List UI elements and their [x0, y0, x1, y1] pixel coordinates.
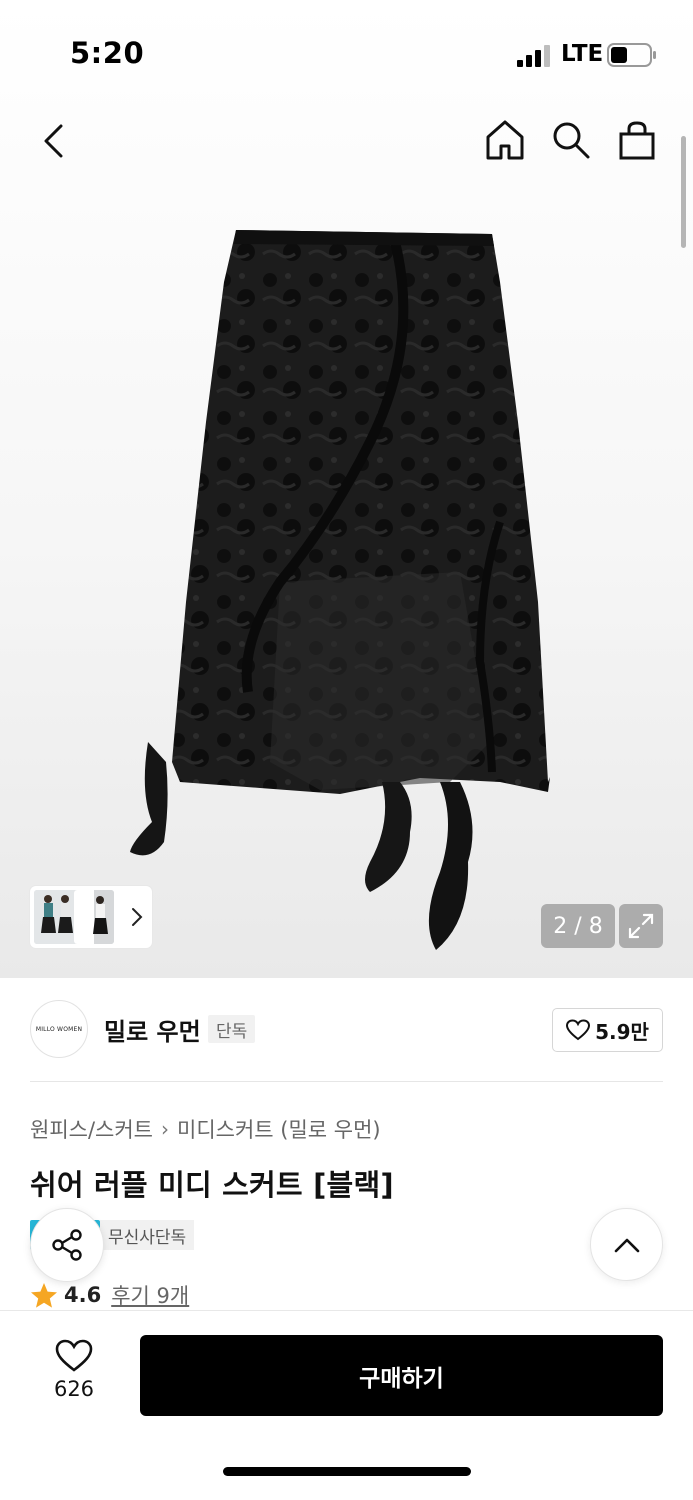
- expand-icon: [628, 913, 654, 939]
- expand-image-button[interactable]: [619, 904, 663, 948]
- heart-icon: [566, 1019, 591, 1041]
- share-button[interactable]: [30, 1208, 104, 1282]
- product-like-button[interactable]: 626: [30, 1339, 118, 1409]
- cart-button[interactable]: [612, 114, 662, 166]
- model-thumbnail-icon: [34, 890, 78, 944]
- chevron-right-icon: [132, 908, 143, 926]
- model-thumbnail-icon: [74, 890, 114, 944]
- thumbnail-image[interactable]: [74, 890, 114, 944]
- thumbnail-image[interactable]: [34, 890, 78, 944]
- status-bar: 5:20 LTE: [0, 0, 693, 100]
- rating-value: 4.6: [64, 1283, 102, 1307]
- brand-name[interactable]: 밀로 우먼: [104, 1012, 201, 1047]
- product-like-count: 626: [53, 1377, 95, 1401]
- brand-logo[interactable]: MILLO WOMEN: [30, 1000, 88, 1058]
- buy-button[interactable]: 구매하기: [140, 1335, 663, 1416]
- gallery-page-indicator: 2 / 8: [541, 904, 615, 948]
- review-link[interactable]: 후기 9개: [111, 1280, 189, 1310]
- status-time: 5:20: [70, 36, 145, 70]
- chevron-right-icon: ›: [161, 1117, 169, 1141]
- search-icon: [553, 122, 590, 159]
- search-button[interactable]: [546, 114, 596, 166]
- exclusive-badge: 단독: [208, 1015, 256, 1043]
- chevron-up-icon: [614, 1238, 639, 1252]
- network-type: LTE: [561, 41, 604, 67]
- back-icon: [44, 124, 63, 158]
- bottom-action-bar: 626 구매하기: [0, 1310, 693, 1500]
- product-title: 쉬어 러플 미디 스커트 [블랙]: [30, 1168, 394, 1202]
- skirt-product-image: [130, 230, 550, 950]
- brand-like-count: 5.9만: [595, 1019, 649, 1044]
- back-button[interactable]: [30, 116, 76, 166]
- battery-icon: [607, 43, 656, 67]
- brand-row: MILLO WOMEN 밀로 우먼 단독 5.9만: [30, 1000, 663, 1060]
- rating-row: 4.6 후기 9개: [30, 1280, 189, 1310]
- heart-icon: [55, 1339, 93, 1372]
- home-icon: [486, 120, 524, 160]
- musinsa-exclusive-tag: 무신사단독: [100, 1220, 195, 1250]
- thumbnail-strip[interactable]: [30, 886, 152, 948]
- home-indicator: [223, 1467, 471, 1476]
- scroll-to-top-button[interactable]: [590, 1208, 663, 1281]
- shopping-bag-icon: [619, 121, 655, 160]
- breadcrumb-subcategory[interactable]: 미디스커트 (밀로 우먼): [177, 1114, 381, 1144]
- share-icon: [52, 1229, 82, 1261]
- breadcrumb: 원피스/스커트 › 미디스커트 (밀로 우먼): [30, 1114, 381, 1144]
- star-icon: [31, 1282, 57, 1308]
- brand-like-button[interactable]: 5.9만: [552, 1008, 663, 1052]
- home-button[interactable]: [480, 114, 530, 166]
- breadcrumb-category[interactable]: 원피스/스커트: [30, 1114, 153, 1144]
- divider: [30, 1081, 663, 1082]
- scrollbar[interactable]: [681, 136, 686, 248]
- signal-strength-icon: [517, 45, 550, 67]
- product-image-gallery[interactable]: 2 / 8: [0, 0, 693, 978]
